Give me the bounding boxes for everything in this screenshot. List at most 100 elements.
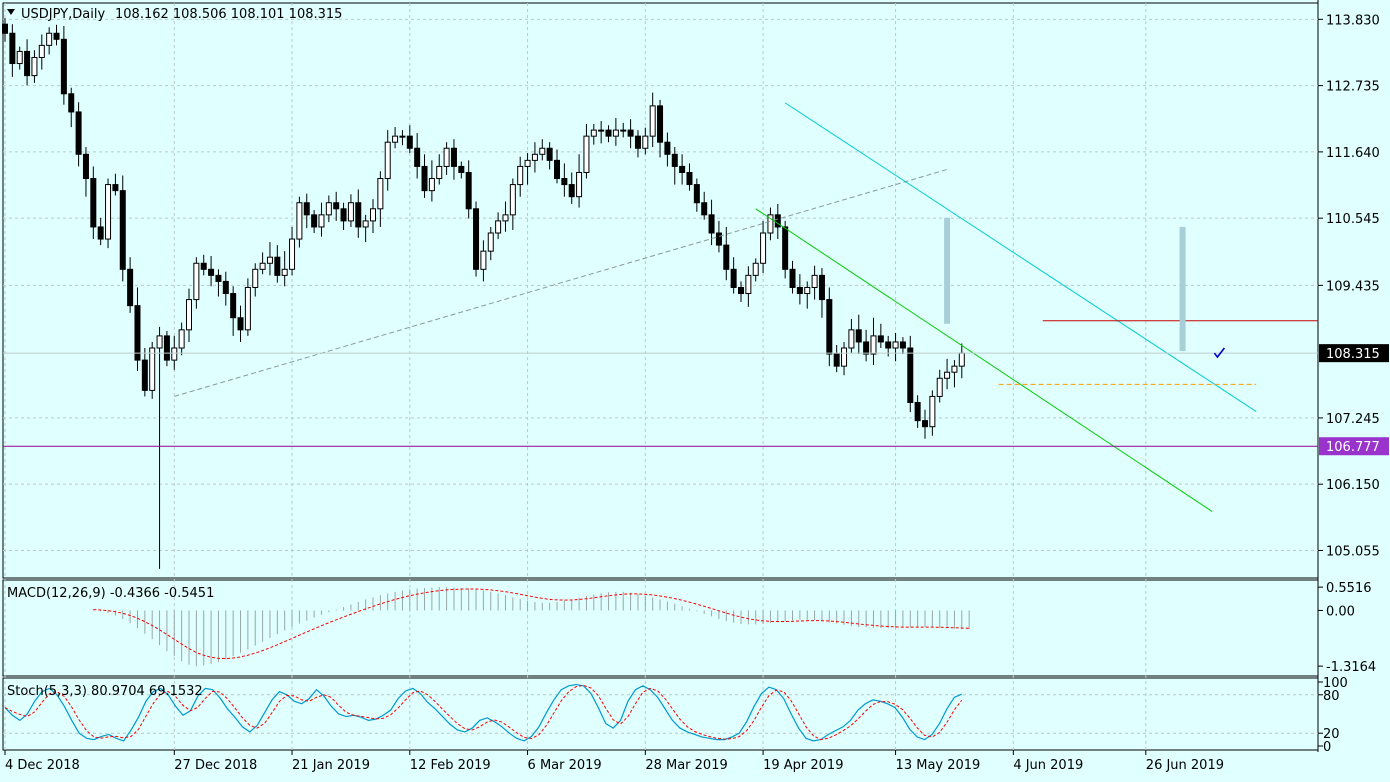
candle-body [436, 165, 443, 180]
candle-body [789, 268, 796, 288]
candle-body [141, 359, 148, 391]
candle-body [289, 238, 296, 270]
candle-body [399, 135, 406, 138]
candle-body [576, 171, 583, 198]
candle-body [598, 129, 605, 132]
candle-body [826, 299, 833, 355]
candle-body [951, 365, 958, 373]
candle-body [333, 202, 340, 210]
candle-body [244, 286, 251, 331]
candle-body [274, 256, 281, 276]
candle-body [811, 274, 818, 288]
time-tick-label: 4 Dec 2018 [5, 758, 80, 773]
candle-body [554, 159, 560, 180]
price-tick-label: 106.150 [1326, 478, 1380, 493]
candle-body [473, 208, 480, 270]
candle-body [634, 135, 641, 149]
candle-body [907, 347, 914, 403]
candle-body [156, 335, 163, 349]
candle-body [679, 165, 686, 173]
price-tick-label: 107.245 [1326, 412, 1380, 427]
candle-body [134, 305, 141, 361]
candle-body [112, 184, 119, 192]
candle-body [2, 23, 8, 34]
candle-body [892, 341, 899, 349]
candle-body [259, 262, 266, 270]
candle-body [664, 141, 671, 155]
candle-body [612, 129, 619, 137]
candle-body [127, 268, 134, 307]
candle-body [877, 335, 884, 343]
price-tick-label: 109.435 [1326, 279, 1380, 294]
candle-body [841, 347, 848, 367]
price-tick-label: 110.545 [1326, 212, 1380, 227]
candle-body [922, 420, 928, 428]
candle-body [384, 141, 391, 180]
candle-body [53, 32, 60, 40]
candle-body [311, 214, 318, 228]
time-tick-label: 4 Jun 2019 [1013, 758, 1083, 773]
candle-body [936, 377, 943, 397]
candle-body [458, 165, 465, 173]
time-tick-label: 19 Apr 2019 [763, 758, 843, 773]
ohlc-values: 108.162 108.506 108.101 108.315 [115, 7, 342, 22]
stoch-tick-label: 0 [1323, 740, 1331, 755]
candle-body [561, 178, 568, 186]
candle-body [671, 153, 678, 167]
macd-tick-label: 0.5516 [1326, 581, 1372, 596]
candle-body [428, 178, 435, 192]
candle [244, 278, 251, 336]
candle [149, 341, 156, 399]
candle-body [568, 184, 575, 198]
macd-tick-label: -1.3164 [1326, 660, 1376, 675]
candle-body [627, 129, 634, 137]
candle-body [237, 317, 244, 331]
time-tick-label: 21 Jan 2019 [292, 758, 370, 773]
candle-body [340, 208, 347, 222]
candle-body [149, 347, 156, 391]
candle-body [524, 159, 531, 167]
candle-body [752, 262, 759, 276]
candle-body [590, 129, 597, 137]
macd-label: MACD(12,26,9) -0.4366 -0.5451 [7, 586, 214, 601]
candle-body [701, 202, 708, 216]
time-tick-label: 13 May 2019 [896, 758, 981, 773]
chart-root: 113.830 112.735 111.640 110.545 109.435 107.2… [0, 0, 1390, 778]
candle-body [546, 147, 553, 161]
candle-body [370, 208, 376, 222]
candle-body [730, 268, 737, 288]
candle [105, 178, 112, 249]
candle-body [738, 286, 744, 295]
candle-body [193, 262, 200, 301]
candle-body [318, 214, 325, 228]
candle-body [16, 50, 23, 65]
candle [119, 175, 126, 282]
candle-body [186, 299, 192, 331]
candle-body [958, 352, 965, 367]
symbol-label: USDJPY,Daily [21, 7, 105, 22]
candle-body [281, 268, 288, 276]
candle-body [119, 190, 126, 270]
stoch-label: Stoch(5,3,3) 80.9704 69.1532 [7, 684, 203, 699]
price-tick-label: 105.055 [1326, 544, 1380, 559]
candle-body [657, 105, 664, 143]
candle-body [105, 184, 112, 240]
candle-body [377, 178, 384, 210]
highlight-bar [1179, 226, 1186, 352]
candle-body [421, 165, 428, 192]
candle-body [266, 256, 273, 264]
candle-body [642, 135, 649, 149]
candle-body [178, 329, 185, 349]
candle-body [539, 147, 546, 155]
candle-body [715, 232, 722, 246]
time-tick-label: 26 Jun 2019 [1146, 758, 1224, 773]
candle-body [693, 184, 700, 204]
macd-tick-label: 0.00 [1326, 604, 1355, 619]
candle-body [804, 286, 811, 295]
candle-body [171, 347, 178, 361]
candle-body [914, 401, 921, 422]
chart-svg: 113.830 112.735 111.640 110.545 109.435 107.2… [2, 0, 1390, 778]
stoch-tick-label: 80 [1323, 689, 1340, 704]
candle-body [649, 105, 656, 137]
candle-body [200, 262, 207, 270]
